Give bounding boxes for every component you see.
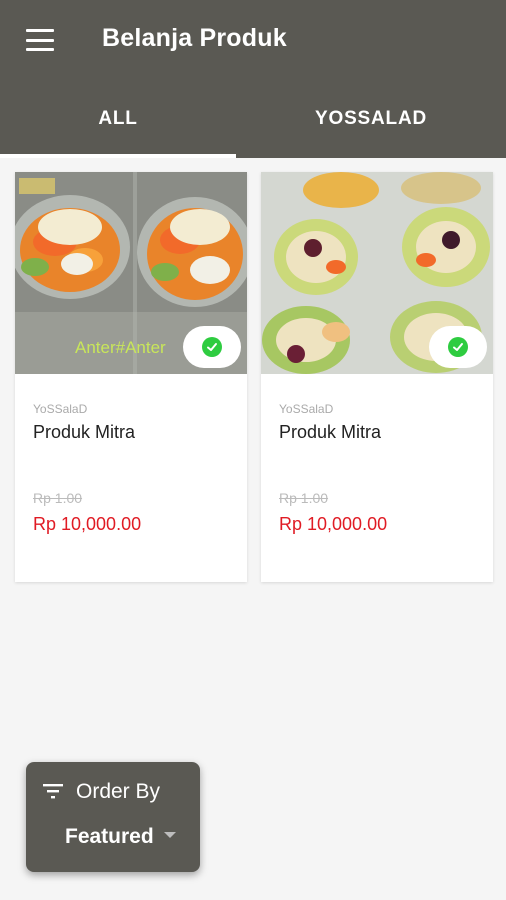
product-price: Rp 10,000.00 [279,514,388,534]
seller-name: YoSSalaD [279,402,334,416]
tab-all[interactable]: ALL [0,80,236,158]
image-caption: Anter#Anter [75,338,166,357]
selected-badge [183,326,241,368]
product-name: Produk Mitra [33,422,136,442]
order-by-label: Order By [76,780,161,803]
product-price: Rp 10,000.00 [33,514,142,534]
product-image: Anter#Anter [15,172,247,374]
filter-icon [43,783,63,804]
product-card[interactable]: YoSSalaD Produk Mitra Rp 1.00 Rp 10,000.… [261,172,493,582]
product-card[interactable]: Anter#Anter YoSSalaD Produk Mitra Rp 1.0… [15,172,247,582]
product-name: Produk Mitra [279,422,382,442]
chevron-down-icon [164,832,176,838]
original-price: Rp 1.00 [33,490,83,506]
check-circle-icon [448,337,468,357]
tab-yossalad-label: YOSSALAD [315,108,427,129]
selected-badge [429,326,487,368]
tab-all-label: ALL [98,108,138,129]
order-by-button[interactable]: Order By Featured [26,762,200,872]
order-by-value: Featured [65,825,154,848]
check-circle-icon [202,337,222,357]
product-image [261,172,493,374]
tab-yossalad[interactable]: YOSSALAD [236,80,506,158]
active-tab-indicator [0,154,236,158]
tab-bar: ALL YOSSALAD [0,80,506,158]
hamburger-menu-icon[interactable] [26,29,54,51]
app-bar: Belanja Produk ALL YOSSALAD [0,0,506,158]
seller-name: YoSSalaD [33,402,88,416]
original-price: Rp 1.00 [279,490,329,506]
page-title: Belanja Produk [102,24,287,52]
